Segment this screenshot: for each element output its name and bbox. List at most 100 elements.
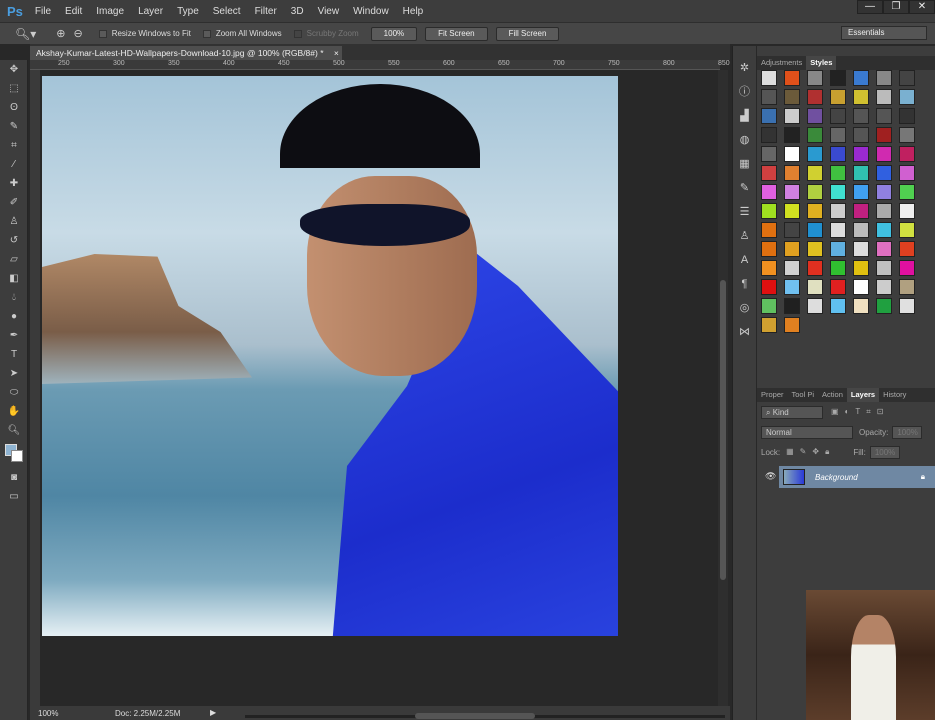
style-swatch[interactable] (807, 222, 823, 238)
style-swatch[interactable] (876, 222, 892, 238)
style-swatch[interactable] (899, 89, 915, 105)
tab-layers[interactable]: Layers (846, 388, 880, 402)
style-swatch[interactable] (899, 70, 915, 86)
character-icon[interactable]: A (733, 248, 756, 272)
style-swatch[interactable] (876, 184, 892, 200)
blend-mode-select[interactable]: Normal (761, 425, 853, 439)
tab-tool-presets[interactable]: Tool Pi (788, 388, 819, 402)
style-swatch[interactable] (876, 241, 892, 257)
style-swatch[interactable] (761, 184, 777, 200)
style-swatch[interactable] (899, 127, 915, 143)
history-brush-icon[interactable]: ↺ (0, 231, 28, 250)
zoom-out-icon[interactable]: ⊖ (73, 27, 82, 40)
style-swatch[interactable] (899, 241, 915, 257)
style-swatch[interactable] (876, 89, 892, 105)
type-tool-icon[interactable]: T (0, 345, 28, 364)
clone-stamp-icon[interactable]: ♙ (0, 212, 28, 231)
workspace-select[interactable]: Essentials (841, 26, 927, 40)
navigator-icon[interactable]: ✲ (733, 56, 756, 80)
style-swatch[interactable] (761, 222, 777, 238)
lasso-tool-icon[interactable]: ʘ (0, 98, 28, 117)
vertical-scrollbar[interactable] (718, 70, 728, 706)
zoom-tool-icon[interactable]: 🔍︎▾ (15, 27, 36, 41)
scrubby-zoom-checkbox[interactable]: Scrubby Zoom (293, 29, 359, 38)
timeline-icon[interactable]: ⋈ (733, 320, 756, 344)
tab-styles[interactable]: Styles (806, 56, 837, 70)
style-swatch[interactable] (853, 70, 869, 86)
style-swatch[interactable] (807, 108, 823, 124)
style-swatch[interactable] (807, 279, 823, 295)
style-swatch[interactable] (876, 70, 892, 86)
style-swatch[interactable] (853, 184, 869, 200)
style-swatch[interactable] (876, 146, 892, 162)
style-swatch[interactable] (853, 127, 869, 143)
status-menu-arrow-icon[interactable]: ▶ (210, 708, 216, 717)
histogram-icon[interactable]: ▟ (733, 104, 756, 128)
path-select-icon[interactable]: ➤ (0, 364, 28, 383)
tab-actions[interactable]: Action (818, 388, 847, 402)
paragraph-icon[interactable]: ¶ (733, 272, 756, 296)
resize-windows-checkbox[interactable]: Resize Windows to Fit (98, 29, 191, 38)
style-swatch[interactable] (876, 165, 892, 181)
style-swatch[interactable] (830, 279, 846, 295)
brush-panel-icon[interactable]: ✎ (733, 176, 756, 200)
move-tool-icon[interactable]: ✥ (0, 60, 28, 79)
zoom-level[interactable]: 100% (38, 709, 58, 718)
style-swatch[interactable] (876, 279, 892, 295)
style-swatch[interactable] (830, 108, 846, 124)
style-swatch[interactable] (899, 184, 915, 200)
menu-filter[interactable]: Filter (255, 6, 277, 17)
marquee-tool-icon[interactable]: ⬚ (0, 79, 28, 98)
style-swatch[interactable] (761, 260, 777, 276)
style-swatch[interactable] (899, 298, 915, 314)
style-swatch[interactable] (761, 279, 777, 295)
menu-help[interactable]: Help (403, 6, 424, 17)
style-swatch[interactable] (830, 70, 846, 86)
style-swatch[interactable] (784, 89, 800, 105)
style-swatch[interactable] (899, 146, 915, 162)
quick-select-tool-icon[interactable]: ✎ (0, 117, 28, 136)
style-swatch[interactable] (761, 70, 777, 86)
style-swatch[interactable] (761, 127, 777, 143)
document-canvas-image[interactable] (42, 76, 618, 636)
menu-layer[interactable]: Layer (138, 6, 163, 17)
style-swatch[interactable] (807, 203, 823, 219)
style-swatch[interactable] (784, 127, 800, 143)
style-swatch[interactable] (807, 241, 823, 257)
zoom-100-button[interactable]: 100% (370, 26, 418, 41)
shape-tool-icon[interactable]: ⬭ (0, 383, 28, 402)
style-swatch[interactable] (899, 260, 915, 276)
menu-file[interactable]: File (35, 6, 51, 17)
style-swatch[interactable] (807, 184, 823, 200)
style-swatch[interactable] (761, 298, 777, 314)
fit-screen-button[interactable]: Fit Screen (425, 26, 488, 41)
style-swatch[interactable] (761, 89, 777, 105)
brush-tool-icon[interactable]: ✐ (0, 193, 28, 212)
zoom-tool-icon[interactable]: 🔍︎ (0, 421, 28, 440)
style-swatch[interactable] (876, 260, 892, 276)
close-button[interactable]: ✕ (909, 0, 935, 14)
style-swatch[interactable] (830, 127, 846, 143)
layer-filter-icons[interactable]: ▣◐T⌗⊡ (831, 407, 890, 417)
style-swatch[interactable] (784, 279, 800, 295)
style-swatch[interactable] (761, 203, 777, 219)
minimize-button[interactable]: — (857, 0, 883, 14)
visibility-eye-icon[interactable]: 👁︎ (765, 471, 776, 482)
style-swatch[interactable] (853, 165, 869, 181)
style-swatch[interactable] (853, 279, 869, 295)
fill-input[interactable]: 100% (869, 445, 900, 459)
color-swatches-icon[interactable] (0, 440, 28, 468)
eyedropper-tool-icon[interactable]: ⁄ (0, 155, 28, 174)
style-swatch[interactable] (899, 165, 915, 181)
style-swatch[interactable] (830, 184, 846, 200)
healing-brush-icon[interactable]: ✚ (0, 174, 28, 193)
tab-adjustments[interactable]: Adjustments (757, 56, 806, 70)
menu-3d[interactable]: 3D (291, 6, 304, 17)
style-swatch[interactable] (899, 203, 915, 219)
style-swatch[interactable] (830, 222, 846, 238)
menu-edit[interactable]: Edit (65, 6, 82, 17)
info-icon[interactable]: ⓘ (733, 80, 756, 104)
style-swatch[interactable] (876, 127, 892, 143)
style-swatch[interactable] (784, 184, 800, 200)
style-swatch[interactable] (807, 146, 823, 162)
